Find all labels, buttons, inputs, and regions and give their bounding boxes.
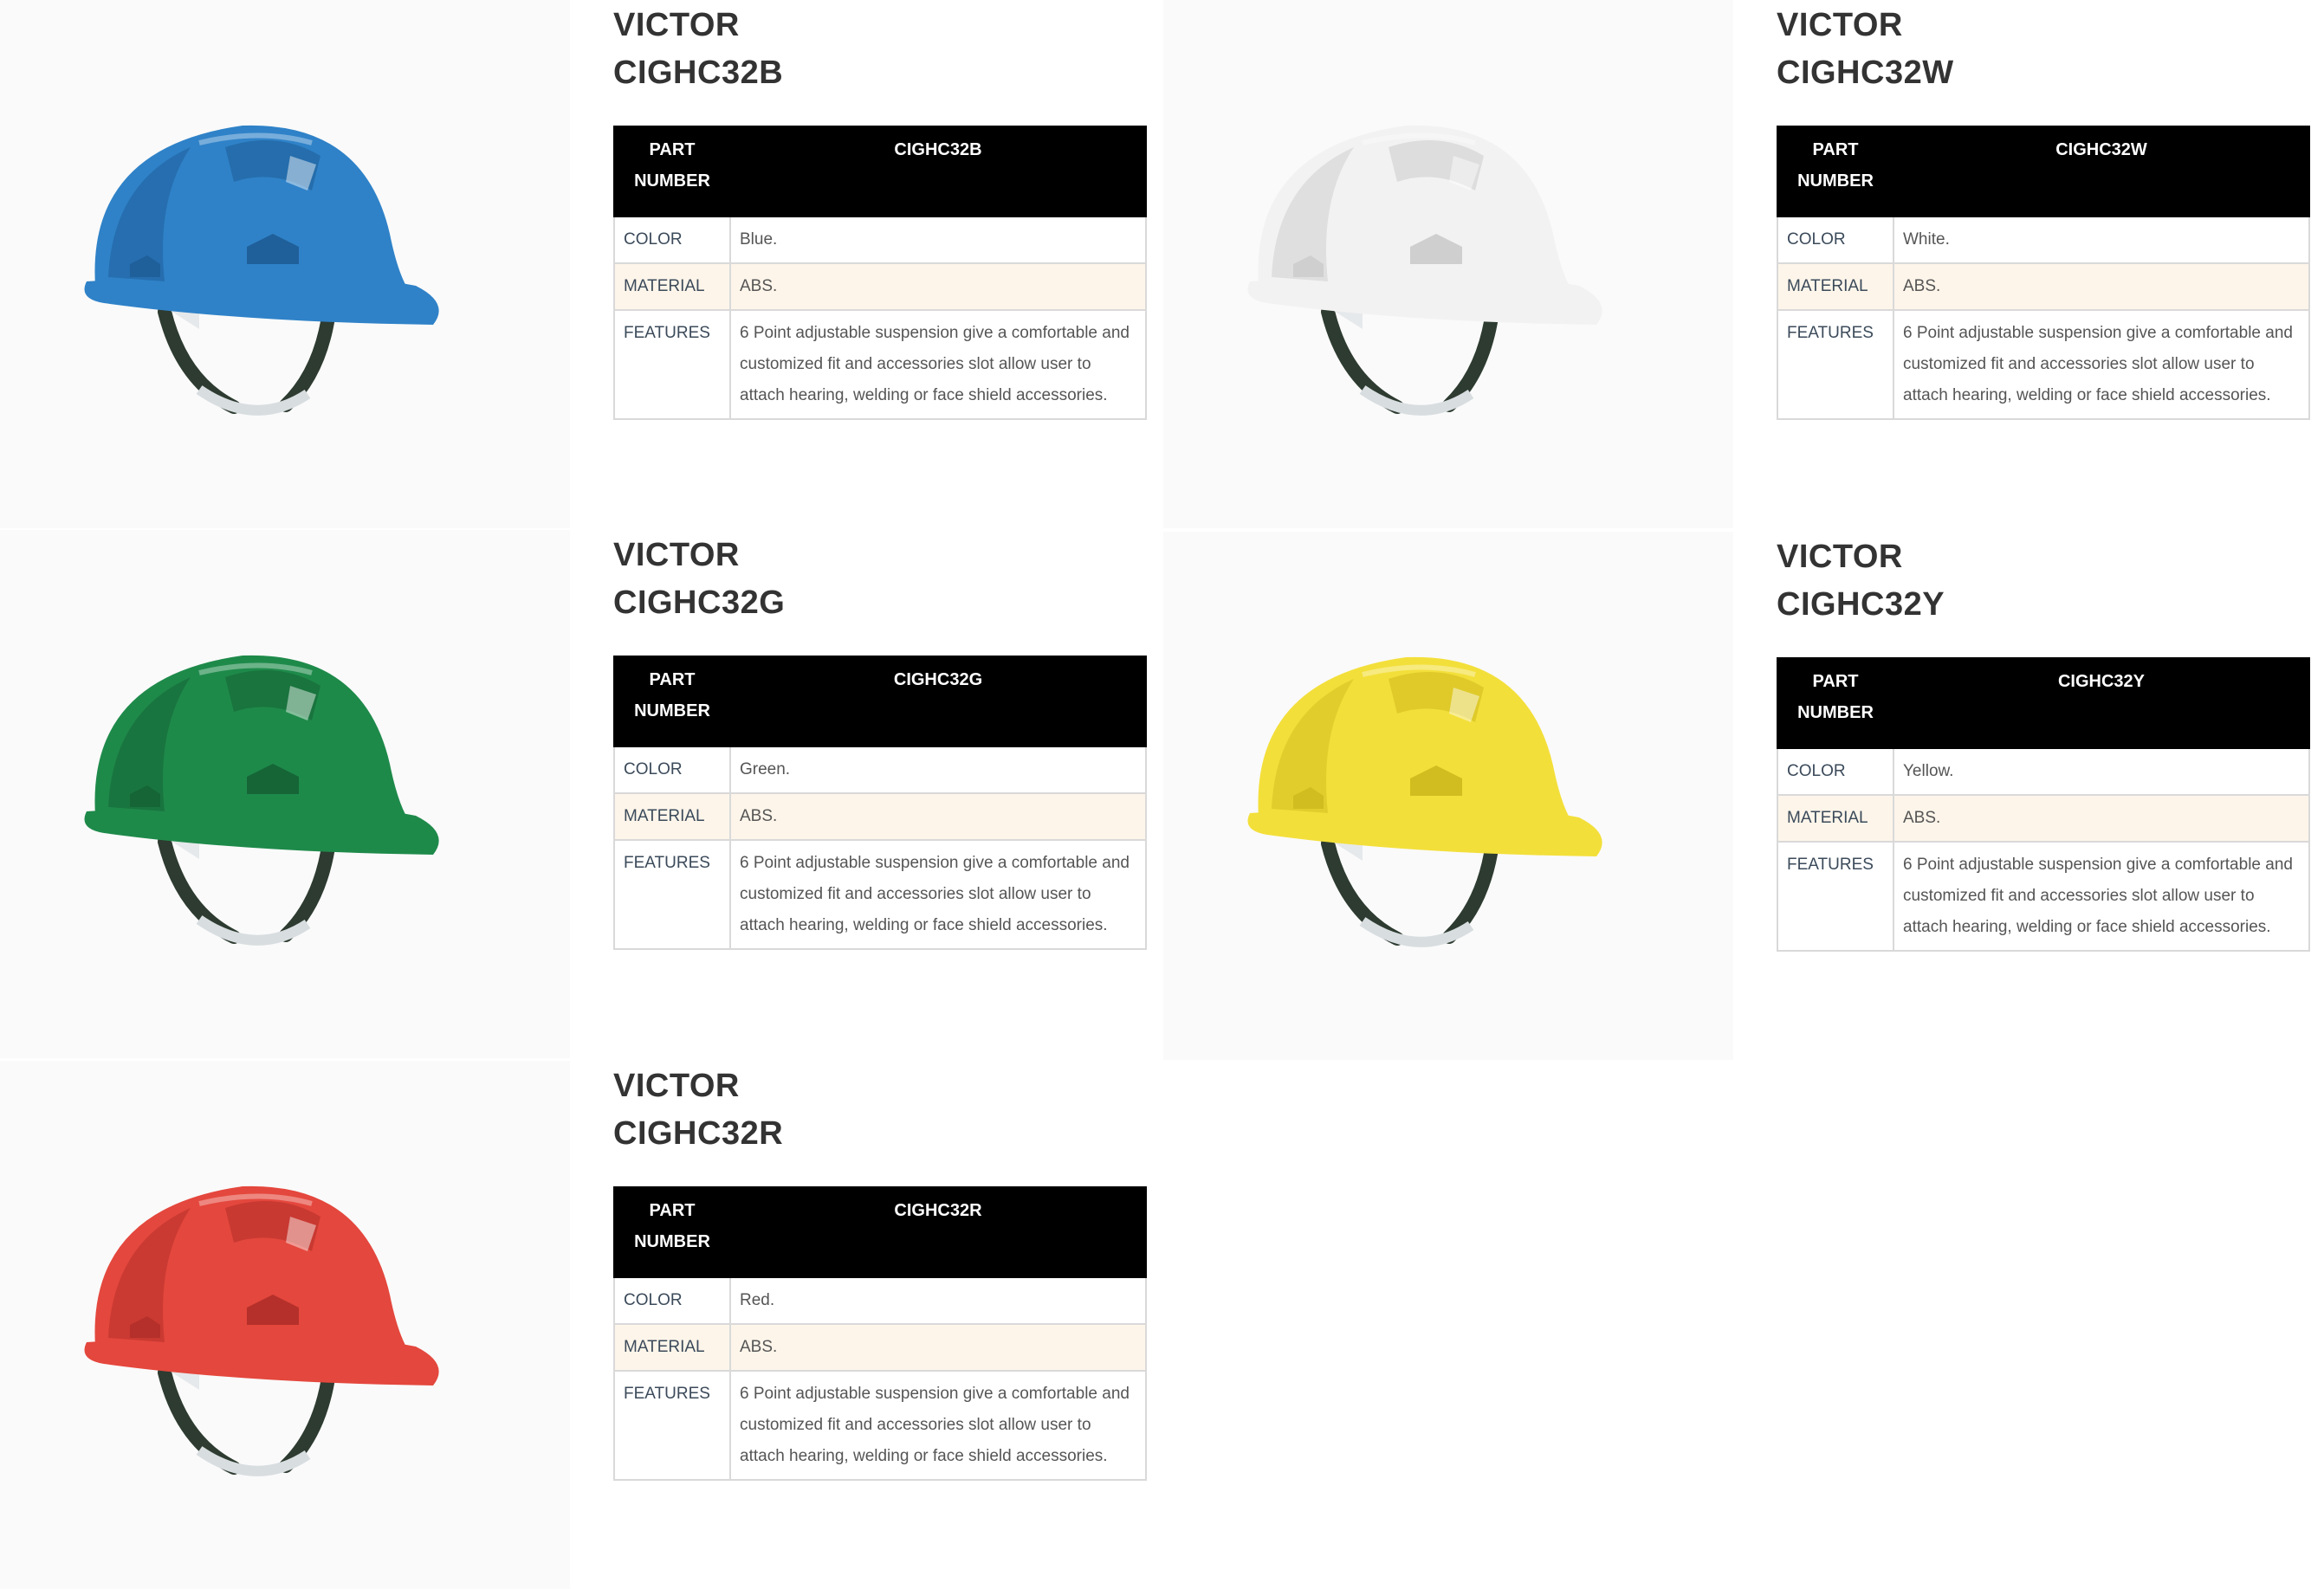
part-number-label: PART NUMBER [1777,657,1894,749]
hard-hat-icon [1247,125,1602,416]
material-value: ABS. [729,1323,1147,1372]
spec-table: PART NUMBER CIGHC32R COLOR Red. MATERIAL … [613,1186,1147,1481]
color-value: Red. [729,1276,1147,1325]
color-value: Yellow. [1893,747,2310,796]
material-label: MATERIAL [613,792,731,841]
hard-hat-icon [1247,656,1602,947]
spec-row-material: MATERIAL ABS. [613,792,1147,841]
hard-hat-icon [84,655,439,946]
product-card-cighc32b: VICTOR CIGHC32B PART NUMBER CIGHC32B COLO… [0,0,1161,528]
part-number-value: CIGHC32Y [1893,657,2310,749]
features-label: FEATURES [1777,841,1894,952]
product-title: VICTOR CIGHC32B [613,2,783,97]
spec-table: PART NUMBER CIGHC32Y COLOR Yellow. MATERI… [1777,657,2310,952]
product-image [0,0,570,528]
spec-row-color: COLOR Green. [613,746,1147,794]
part-number-label: PART NUMBER [613,1186,731,1278]
part-number-label: PART NUMBER [613,126,731,217]
color-label: COLOR [613,216,731,264]
features-label: FEATURES [613,309,731,420]
product-brand: VICTOR [1777,539,1903,575]
spec-header-row: PART NUMBER CIGHC32W [1777,126,2310,217]
features-value: 6 Point adjustable suspension give a com… [1893,841,2310,952]
product-image [0,530,570,1058]
material-label: MATERIAL [1777,262,1894,311]
material-label: MATERIAL [1777,794,1894,843]
spec-row-features: FEATURES 6 Point adjustable suspension g… [613,309,1147,420]
color-label: COLOR [1777,216,1894,264]
spec-row-features: FEATURES 6 Point adjustable suspension g… [613,1370,1147,1481]
spec-table: PART NUMBER CIGHC32G COLOR Green. MATERIA… [613,656,1147,950]
color-label: COLOR [613,746,731,794]
spec-row-color: COLOR Red. [613,1276,1147,1325]
product-card-cighc32r: VICTOR CIGHC32R PART NUMBER CIGHC32R COLO… [0,1061,1161,1589]
material-value: ABS. [1893,262,2310,311]
product-brand: VICTOR [613,7,740,43]
product-title: VICTOR CIGHC32W [1777,2,1954,97]
spec-table: PART NUMBER CIGHC32W COLOR White. MATERIA… [1777,126,2310,420]
product-brand: VICTOR [613,1068,740,1104]
part-number-value: CIGHC32G [729,656,1147,747]
product-model: CIGHC32G [613,585,786,621]
spec-header-row: PART NUMBER CIGHC32B [613,126,1147,217]
product-model: CIGHC32Y [1777,586,1945,623]
product-image [1163,532,1733,1060]
product-title: VICTOR CIGHC32Y [1777,533,1945,629]
features-value: 6 Point adjustable suspension give a com… [729,1370,1147,1481]
features-label: FEATURES [613,839,731,950]
material-label: MATERIAL [613,1323,731,1372]
features-label: FEATURES [613,1370,731,1481]
product-model: CIGHC32B [613,55,784,91]
spec-row-material: MATERIAL ABS. [1777,794,2310,843]
spec-row-material: MATERIAL ABS. [1777,262,2310,311]
spec-row-features: FEATURES 6 Point adjustable suspension g… [1777,841,2310,952]
part-number-label: PART NUMBER [1777,126,1894,217]
product-model: CIGHC32W [1777,55,1954,91]
hard-hat-icon [84,125,439,416]
color-label: COLOR [1777,747,1894,796]
product-image [1163,0,1733,528]
product-title: VICTOR CIGHC32R [613,1063,783,1158]
color-value: Blue. [729,216,1147,264]
part-number-value: CIGHC32W [1893,126,2310,217]
features-value: 6 Point adjustable suspension give a com… [729,309,1147,420]
product-card-cighc32y: VICTOR CIGHC32Y PART NUMBER CIGHC32Y COLO… [1163,532,2324,1060]
spec-row-color: COLOR White. [1777,216,2310,264]
material-value: ABS. [1893,794,2310,843]
product-title: VICTOR CIGHC32G [613,532,785,627]
spec-header-row: PART NUMBER CIGHC32Y [1777,657,2310,749]
color-label: COLOR [613,1276,731,1325]
product-model: CIGHC32R [613,1115,784,1152]
spec-row-material: MATERIAL ABS. [613,1323,1147,1372]
spec-header-row: PART NUMBER CIGHC32G [613,656,1147,747]
material-value: ABS. [729,262,1147,311]
spec-row-color: COLOR Blue. [613,216,1147,264]
product-card-cighc32g: VICTOR CIGHC32G PART NUMBER CIGHC32G COLO… [0,530,1161,1058]
color-value: Green. [729,746,1147,794]
features-value: 6 Point adjustable suspension give a com… [1893,309,2310,420]
spec-row-features: FEATURES 6 Point adjustable suspension g… [613,839,1147,950]
features-value: 6 Point adjustable suspension give a com… [729,839,1147,950]
spec-row-features: FEATURES 6 Point adjustable suspension g… [1777,309,2310,420]
spec-table: PART NUMBER CIGHC32B COLOR Blue. MATERIAL… [613,126,1147,420]
product-image [0,1061,570,1589]
hard-hat-icon [84,1185,439,1476]
color-value: White. [1893,216,2310,264]
spec-row-color: COLOR Yellow. [1777,747,2310,796]
product-brand: VICTOR [1777,7,1903,43]
product-brand: VICTOR [613,537,740,573]
material-value: ABS. [729,792,1147,841]
part-number-value: CIGHC32R [729,1186,1147,1278]
material-label: MATERIAL [613,262,731,311]
spec-header-row: PART NUMBER CIGHC32R [613,1186,1147,1278]
spec-row-material: MATERIAL ABS. [613,262,1147,311]
part-number-value: CIGHC32B [729,126,1147,217]
features-label: FEATURES [1777,309,1894,420]
part-number-label: PART NUMBER [613,656,731,747]
product-card-cighc32w: VICTOR CIGHC32W PART NUMBER CIGHC32W COLO… [1163,0,2324,528]
